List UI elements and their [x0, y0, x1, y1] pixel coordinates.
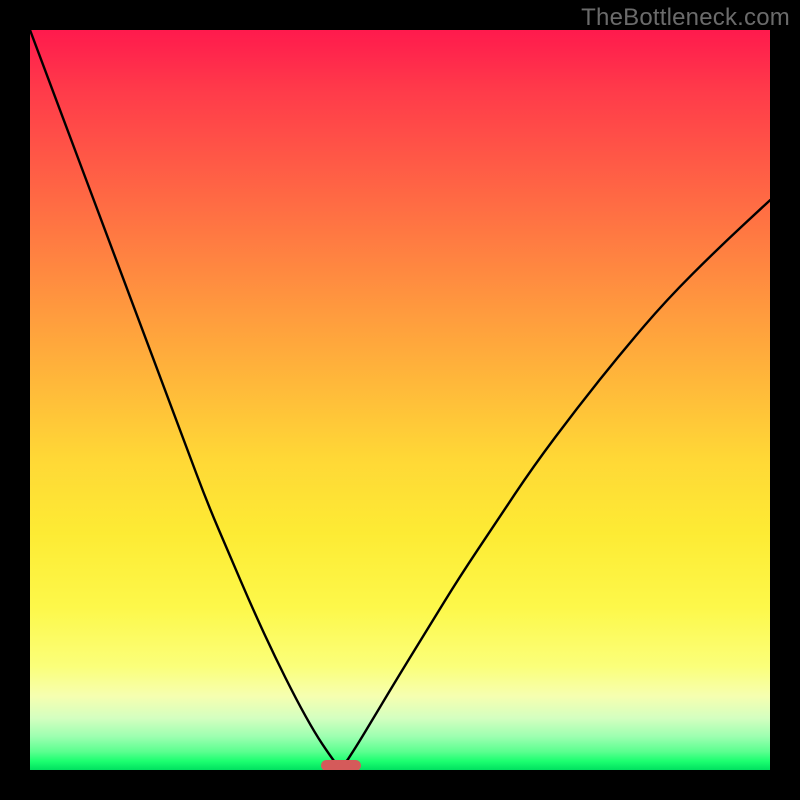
bottleneck-marker: [321, 760, 361, 770]
curve-svg: [30, 30, 770, 770]
watermark-text: TheBottleneck.com: [581, 4, 790, 32]
chart-frame: TheBottleneck.com: [0, 0, 800, 800]
plot-area: [30, 30, 770, 770]
bottleneck-curve-path: [30, 30, 770, 766]
